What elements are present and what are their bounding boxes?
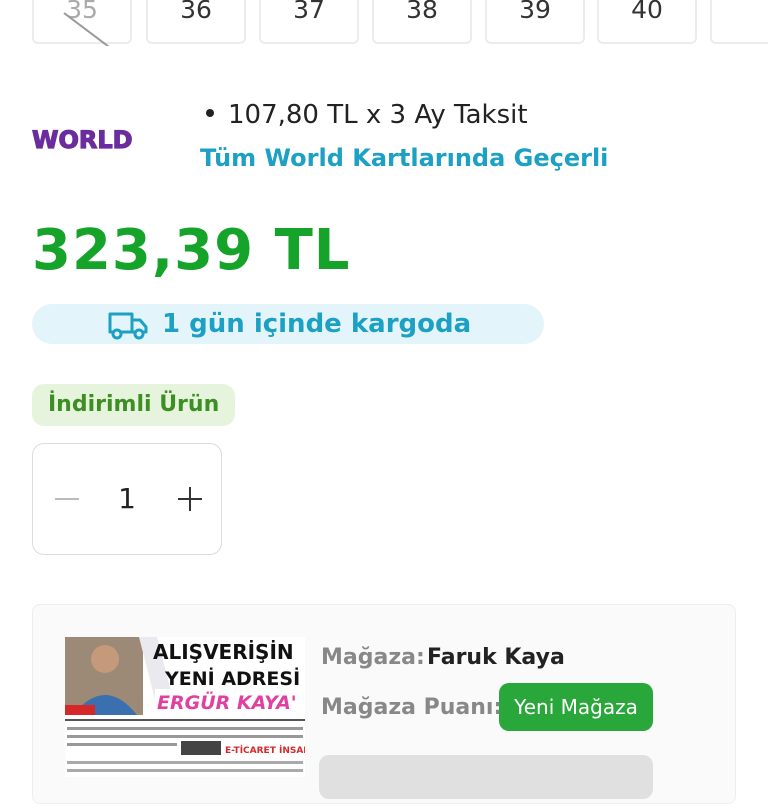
store-image-line-1: ALIŞVERİŞİN xyxy=(153,640,294,664)
store-name-label: Mağaza: xyxy=(321,645,425,670)
store-name[interactable]: Faruk Kaya xyxy=(427,645,565,670)
new-store-badge: Yeni Mağaza xyxy=(499,683,653,731)
size-option-39[interactable]: 39 xyxy=(485,0,585,44)
store-image-line-4: E-TİCARET İNSANLARIN xyxy=(225,745,305,756)
size-label: 36 xyxy=(180,0,212,24)
store-image[interactable]: ALIŞVERİŞİN YENİ ADRESİ ERGÜR KAYA' E-Tİ… xyxy=(65,637,305,777)
size-option-36[interactable]: 36 xyxy=(146,0,246,44)
product-price: 323,39 TL xyxy=(32,218,351,283)
size-selector: 35 36 37 38 39 40 xyxy=(32,0,768,46)
size-label: 37 xyxy=(293,0,325,24)
bullet-icon xyxy=(206,108,214,117)
size-label: 40 xyxy=(631,0,663,24)
shipping-info: 1 gün içinde kargoda xyxy=(32,304,544,344)
plus-icon-vertical[interactable] xyxy=(189,487,191,511)
size-label: 39 xyxy=(519,0,551,24)
installment-text: 107,80 TL x 3 Ay Taksit xyxy=(228,100,528,130)
store-card: ALIŞVERİŞİN YENİ ADRESİ ERGÜR KAYA' E-Tİ… xyxy=(32,604,736,804)
store-action-button[interactable] xyxy=(319,755,653,799)
quantity-stepper: 1 xyxy=(32,443,222,555)
size-option-37[interactable]: 37 xyxy=(259,0,359,44)
size-option-40[interactable]: 40 xyxy=(597,0,697,44)
size-option-35[interactable]: 35 xyxy=(32,0,132,46)
store-image-line-2: YENİ ADRESİ xyxy=(164,666,300,690)
size-option-38[interactable]: 38 xyxy=(372,0,472,44)
installment-info: 107,80 TL x 3 Ay Taksit xyxy=(206,100,528,130)
size-label: 35 xyxy=(66,0,98,24)
store-image-line-3: ERGÜR KAYA' xyxy=(157,690,297,714)
truck-icon xyxy=(106,306,150,346)
quantity-value: 1 xyxy=(118,482,136,515)
store-rating-label: Mağaza Puanı: xyxy=(321,695,503,720)
size-option-more[interactable] xyxy=(710,0,768,44)
svg-text:WORLD: WORLD xyxy=(32,126,133,154)
minus-icon[interactable] xyxy=(55,498,79,500)
shipping-text: 1 gün içinde kargoda xyxy=(162,309,472,339)
world-card-note[interactable]: Tüm World Kartlarında Geçerli xyxy=(200,144,608,172)
discount-badge: İndirimli Ürün xyxy=(32,384,236,426)
size-label: 38 xyxy=(406,0,438,24)
world-logo: WORLD xyxy=(31,122,162,160)
